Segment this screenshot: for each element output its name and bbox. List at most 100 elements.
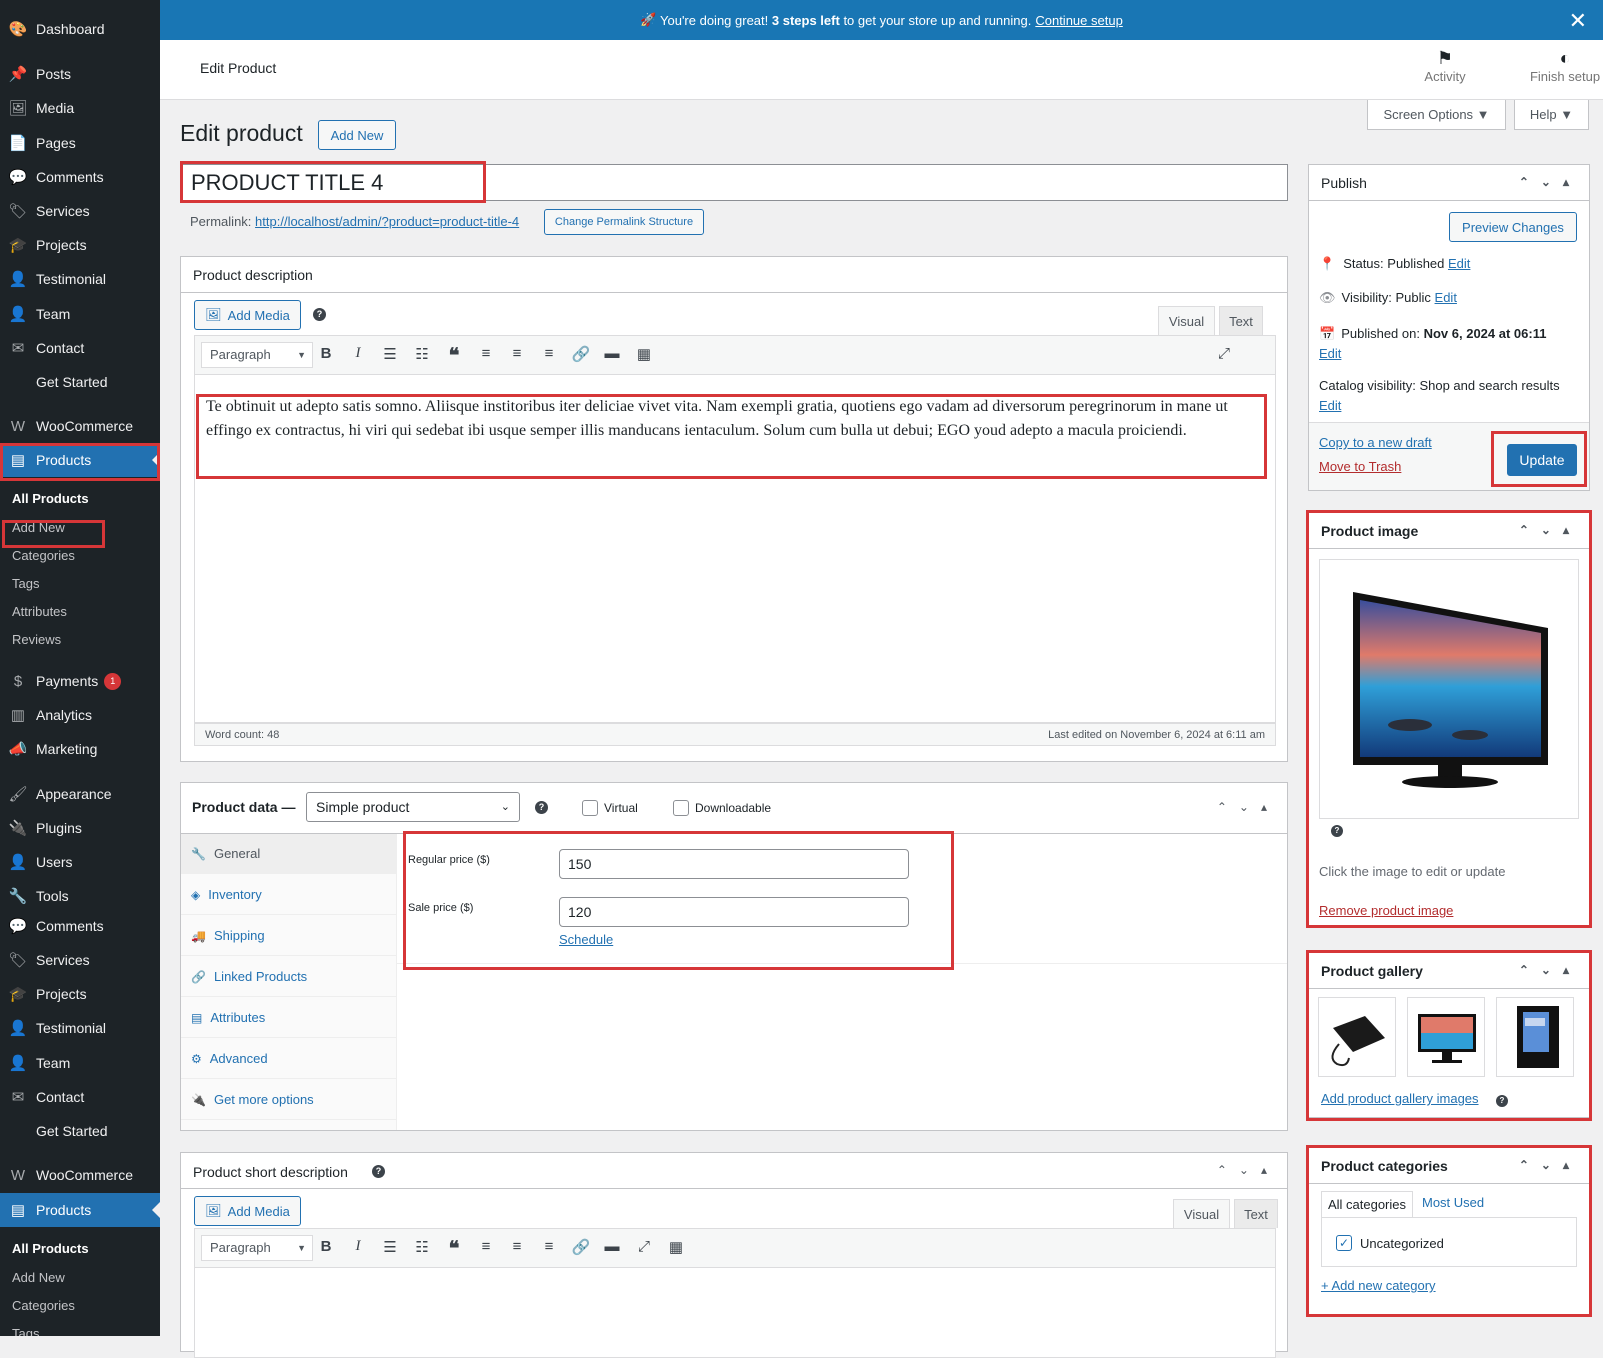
help-button[interactable]: Help ▼ (1514, 100, 1589, 130)
align-right-icon[interactable]: ≡ (538, 345, 560, 362)
sidebar-subitem[interactable]: All Products (12, 491, 89, 506)
virtual-checkbox[interactable] (582, 800, 598, 816)
preview-changes-button[interactable]: Preview Changes (1449, 212, 1577, 242)
blockquote-icon[interactable]: ❝ (443, 1236, 465, 1261)
sidebar-item-team[interactable]: 👤 Team (0, 297, 160, 331)
sidebar-item-analytics[interactable]: ▥ Analytics (0, 698, 160, 732)
product-data-tab-advanced[interactable]: ⚙ Advanced (181, 1039, 397, 1079)
sidebar-subitem[interactable]: Tags (12, 576, 39, 591)
sidebar-subitem[interactable]: Reviews (12, 632, 61, 647)
sidebar-item-media[interactable]: 🖼 Media (0, 91, 160, 125)
blockquote-icon[interactable]: ❝ (443, 343, 465, 368)
add-media-button[interactable]: 🖼 Add Media (194, 1196, 301, 1226)
screen-options-button[interactable]: Screen Options ▼ (1367, 100, 1506, 130)
link-icon[interactable]: 🔗 (570, 345, 592, 363)
sidebar-item-users[interactable]: 👤 Users (0, 845, 160, 879)
bold-icon[interactable]: B (315, 1238, 337, 1255)
sidebar-item-contact[interactable]: ✉ Contact (0, 1080, 160, 1114)
editor-content-area[interactable]: Te obtinuit ut adepto satis somno. Aliis… (194, 375, 1276, 723)
sidebar-item-tools[interactable]: 🔧 Tools (0, 879, 160, 913)
catalog-edit-link[interactable]: Edit (1319, 398, 1341, 413)
numbered-list-icon[interactable]: ☷ (411, 345, 433, 363)
sidebar-item-products[interactable]: ▤ Products (0, 1193, 160, 1227)
sale-price-input[interactable]: 120 (559, 897, 909, 927)
sidebar-item-contact[interactable]: ✉ Contact (0, 331, 160, 365)
italic-icon[interactable]: I (347, 345, 369, 362)
fullscreen-icon[interactable]: ⤢ (1213, 345, 1235, 362)
continue-setup-link[interactable]: Continue setup (1035, 13, 1122, 28)
sidebar-item-products[interactable]: ▤ Products (0, 443, 160, 477)
sidebar-subitem[interactable]: Categories (12, 548, 75, 563)
numbered-list-icon[interactable]: ☷ (411, 1238, 433, 1256)
box-controls-icon[interactable]: ⌃⌄▴ (1519, 1158, 1581, 1172)
tab-all-categories[interactable]: All categories (1321, 1191, 1413, 1217)
product-data-tab-inventory[interactable]: ◈ Inventory (181, 875, 397, 915)
permalink-link[interactable]: http://localhost/admin/?product=product-… (255, 214, 519, 229)
italic-icon[interactable]: I (347, 1238, 369, 1255)
sidebar-item-woocommerce[interactable]: W WooCommerce (0, 1158, 160, 1192)
bold-icon[interactable]: B (315, 345, 337, 362)
sidebar-subitem[interactable]: All Products (12, 1241, 89, 1256)
align-center-icon[interactable]: ≡ (506, 345, 528, 362)
downloadable-checkbox[interactable] (673, 800, 689, 816)
activity-button[interactable]: ⚑ Activity (1410, 48, 1480, 84)
add-category-link[interactable]: + Add new category (1321, 1278, 1436, 1293)
product-title-input[interactable]: PRODUCT TITLE 4 (180, 164, 1288, 201)
sidebar-item-projects[interactable]: 🎓 Projects (0, 977, 160, 1011)
product-type-select[interactable]: Simple product ⌄ (306, 792, 520, 822)
product-data-tab-general[interactable]: 🔧 General (181, 834, 397, 874)
remove-image-link[interactable]: Remove product image (1319, 903, 1453, 918)
product-data-tab-get-more-options[interactable]: 🔌 Get more options (181, 1080, 397, 1120)
tab-visual[interactable]: Visual (1173, 1199, 1230, 1228)
sidebar-item-testimonial[interactable]: 👤 Testimonial (0, 1011, 160, 1045)
gallery-thumb-3[interactable] (1496, 997, 1574, 1077)
sidebar-item-comments[interactable]: 💬 Comments (0, 160, 160, 194)
tab-visual[interactable]: Visual (1158, 306, 1215, 335)
regular-price-input[interactable]: 150 (559, 849, 909, 879)
close-icon[interactable]: ✕ (1569, 8, 1587, 34)
help-icon[interactable]: ? (372, 1165, 385, 1178)
tab-most-used[interactable]: Most Used (1422, 1195, 1484, 1210)
product-data-tab-linked-products[interactable]: 🔗 Linked Products (181, 957, 397, 997)
align-left-icon[interactable]: ≡ (475, 345, 497, 362)
short-editor-content-area[interactable] (194, 1268, 1276, 1358)
help-icon[interactable]: ? (535, 801, 548, 814)
gallery-thumb-2[interactable] (1407, 997, 1485, 1077)
link-icon[interactable]: 🔗 (570, 1238, 592, 1256)
sidebar-item-posts[interactable]: 📌 Posts (0, 57, 160, 91)
update-button[interactable]: Update (1507, 444, 1577, 476)
sidebar-item-services[interactable]: 🏷 Services (0, 194, 160, 228)
sidebar-item-get-started[interactable]: Get Started (0, 1114, 160, 1148)
sidebar-item-appearance[interactable]: 🖌 Appearance (0, 777, 160, 811)
schedule-link[interactable]: Schedule (559, 932, 613, 947)
sidebar-item-get-started[interactable]: Get Started (0, 365, 160, 399)
fullscreen-icon[interactable]: ⤢ (633, 1238, 655, 1255)
sidebar-item-team[interactable]: 👤 Team (0, 1046, 160, 1080)
product-data-tab-attributes[interactable]: ▤ Attributes (181, 998, 397, 1038)
published-on-edit-link[interactable]: Edit (1319, 346, 1341, 361)
toolbar-toggle-icon[interactable]: ▦ (633, 345, 655, 363)
sidebar-item-services[interactable]: 🏷 Services (0, 943, 160, 977)
sidebar-subitem[interactable]: Add New (12, 1270, 65, 1285)
box-controls-icon[interactable]: ⌃⌄▴ (1519, 175, 1581, 189)
move-to-trash-link[interactable]: Move to Trash (1319, 459, 1401, 474)
product-image[interactable] (1319, 559, 1579, 819)
sidebar-subitem[interactable]: Categories (12, 1298, 75, 1313)
status-edit-link[interactable]: Edit (1448, 256, 1470, 271)
bullet-list-icon[interactable]: ☰ (379, 345, 401, 363)
sidebar-item-comments[interactable]: 💬 Comments (0, 909, 160, 943)
help-icon[interactable]: ? (313, 308, 326, 321)
sidebar-item-woocommerce[interactable]: W WooCommerce (0, 409, 160, 443)
box-controls-icon[interactable]: ⌃⌄▴ (1519, 963, 1581, 977)
bullet-list-icon[interactable]: ☰ (379, 1238, 401, 1256)
align-right-icon[interactable]: ≡ (538, 1238, 560, 1255)
sidebar-subitem[interactable]: Add New (12, 520, 65, 535)
change-permalink-button[interactable]: Change Permalink Structure (544, 209, 704, 235)
box-controls-icon[interactable]: ⌃⌄▴ (1519, 523, 1581, 537)
uncategorized-checkbox[interactable]: ✓ (1336, 1235, 1352, 1251)
align-left-icon[interactable]: ≡ (475, 1238, 497, 1255)
sidebar-item-plugins[interactable]: 🔌 Plugins (0, 811, 160, 845)
read-more-icon[interactable]: ▬ (601, 345, 623, 362)
format-select[interactable]: Paragraph ▼ (201, 1235, 313, 1261)
product-data-tab-shipping[interactable]: 🚚 Shipping (181, 916, 397, 956)
